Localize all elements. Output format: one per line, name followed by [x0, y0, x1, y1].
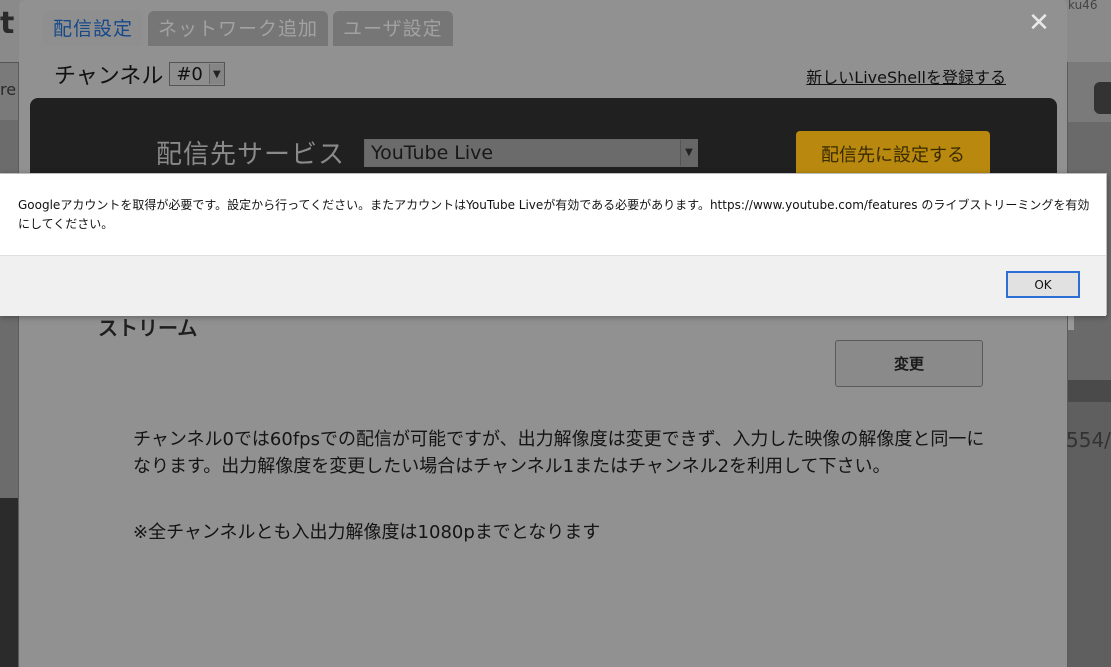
- background-username-fragment: ku46: [1068, 0, 1098, 12]
- settings-modal: 配信設定 ネットワーク追加 ユーザ設定 ✕ チャンネル #0 ▼ 新しいLive…: [19, 0, 1067, 667]
- register-liveshell-link[interactable]: 新しいLiveShellを登録する: [806, 64, 1006, 88]
- background-left-dark: [0, 498, 18, 667]
- change-button[interactable]: 変更: [835, 340, 983, 387]
- alert-dialog: Googleアカウントを取得が必要です。設定から行ってください。またアカウントは…: [0, 173, 1107, 316]
- background-button: [1094, 82, 1111, 114]
- channel-row: チャンネル #0 ▼: [54, 58, 225, 90]
- channel-label: チャンネル: [54, 64, 164, 89]
- background-scroll-indicator: [1068, 316, 1074, 330]
- modal-tabs: 配信設定 ネットワーク追加 ユーザ設定: [43, 11, 453, 46]
- service-select-value: YouTube Live: [371, 142, 494, 164]
- chevron-down-icon: ▼: [208, 64, 224, 84]
- alert-footer: OK: [0, 255, 1106, 316]
- resolution-note-text: ※全チャンネルとも入出力解像度は1080pまでとなります: [133, 522, 601, 543]
- tab-stream-settings[interactable]: 配信設定: [43, 11, 144, 46]
- service-label: 配信先サービス: [156, 140, 346, 170]
- set-destination-button[interactable]: 配信先に設定する: [796, 131, 990, 177]
- alert-message: Googleアカウントを取得が必要です。設定から行ってください。またアカウントは…: [18, 198, 1090, 231]
- channel-select[interactable]: #0 ▼: [169, 62, 225, 86]
- background-logo-fragment: t: [0, 6, 15, 41]
- tab-add-network[interactable]: ネットワーク追加: [148, 11, 329, 46]
- close-icon[interactable]: ✕: [1026, 10, 1052, 36]
- resolution-info-text: チャンネル0では60fpsでの配信が可能ですが、出力解像度は変更できず、入力した…: [133, 429, 985, 477]
- channel-select-value: #0: [176, 63, 203, 85]
- chevron-down-icon: ▼: [680, 140, 697, 166]
- stream-heading: ストリーム: [98, 316, 198, 340]
- background-right-strip: [1068, 380, 1111, 402]
- background-right-text: 554/: [1066, 428, 1111, 452]
- tab-user-settings[interactable]: ユーザ設定: [333, 11, 453, 46]
- background-text-fragment: re: [0, 80, 17, 99]
- ok-button[interactable]: OK: [1006, 271, 1080, 298]
- service-select[interactable]: YouTube Live ▼: [364, 139, 698, 167]
